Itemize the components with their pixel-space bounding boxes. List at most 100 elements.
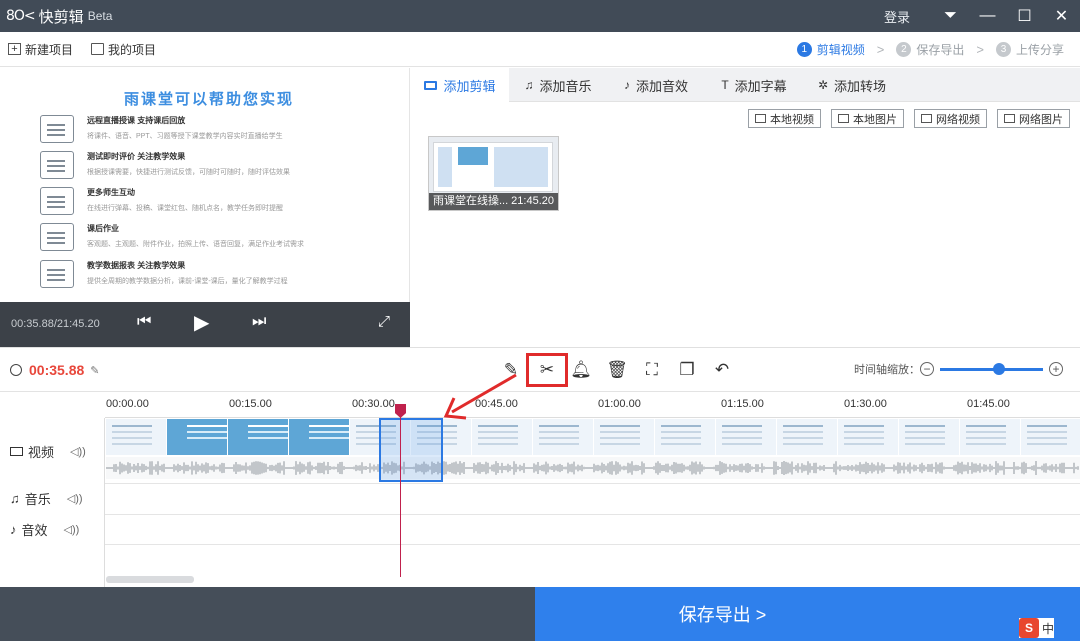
quiz-icon (40, 151, 74, 179)
skip-forward-icon[interactable]: ⏭ (252, 313, 266, 331)
sound-effect-icon: ♪ (623, 78, 630, 92)
skip-back-icon[interactable]: ⏮ (137, 313, 151, 331)
web-image-button[interactable]: 网络图片 (997, 109, 1070, 128)
selected-clip-segment[interactable] (379, 418, 443, 482)
close-icon[interactable]: ✕ (1043, 6, 1080, 26)
zoom-label: 时间轴缩放： (854, 364, 920, 376)
window-controls: 登录 ⏷ — ☐ ✕ (884, 0, 1080, 32)
folder-icon (91, 43, 105, 55)
fullscreen-icon[interactable]: ⤢ (378, 313, 390, 330)
clip-frame (960, 419, 1021, 455)
step-save-export[interactable]: 2 保存导出 (896, 41, 964, 58)
my-projects-button[interactable]: 我的项目 (91, 41, 156, 58)
crop-icon[interactable]: ⛶ (641, 359, 663, 381)
dropdown-menu-icon[interactable]: ⏷ (932, 7, 969, 25)
save-export-button[interactable]: 保存导出 > (535, 587, 1080, 641)
track-name: 视频 (28, 445, 55, 460)
bell-icon[interactable]: 🔔︎ (570, 359, 592, 381)
volume-icon[interactable]: ◁)) (64, 523, 80, 536)
app-name: 快剪辑 (38, 8, 84, 26)
tab-add-music[interactable]: ♫ 添加音乐 (509, 68, 607, 102)
delete-icon[interactable]: 🗑︎ (606, 359, 628, 381)
minimize-icon[interactable]: — (969, 7, 1006, 25)
tick-label: 01:00.00 (598, 398, 641, 410)
play-icon[interactable]: ▶ (194, 310, 209, 335)
feature-item: 远程直播授课 支持课后回放 将课件、语音、PPT、习题等授下课堂教学内容实时直播给… (40, 115, 283, 143)
undo-icon[interactable]: ↶ (711, 359, 733, 381)
preview-title: 雨课堂可以帮助您实现 (124, 91, 295, 108)
tab-add-sound-effect[interactable]: ♪ 添加音效 (607, 68, 705, 102)
track-labels: 视频 ◁)) ♫ 音乐 ◁)) ♪ 音效 ◁)) (0, 418, 105, 588)
tab-add-subtitle[interactable]: T 添加字幕 (705, 68, 803, 102)
ime-mode: 中 (1042, 621, 1055, 636)
tab-add-transition[interactable]: ✲ 添加转场 (803, 68, 901, 102)
chevron-right-icon: > (976, 42, 984, 57)
button-label: 网络图片 (1019, 113, 1063, 126)
music-track[interactable] (105, 484, 1080, 515)
app-logo: 8O< 快剪辑 Beta (6, 6, 112, 27)
clip-frame (289, 419, 350, 455)
clip-frame (594, 419, 655, 455)
clip-frame (533, 419, 594, 455)
thumb-block (458, 147, 488, 165)
volume-icon[interactable]: ◁)) (70, 445, 86, 458)
copy-icon[interactable]: ❐ (676, 359, 698, 381)
input-method-indicator[interactable]: S 中 (1019, 618, 1055, 638)
volume-icon[interactable]: ◁)) (67, 492, 83, 505)
feature-heading: 测试即时评价 关注教学效果 (87, 152, 186, 161)
image-file-icon (838, 114, 849, 123)
track-name: 音效 (21, 523, 48, 538)
new-project-button[interactable]: + 新建项目 (8, 41, 73, 58)
clip-frame (838, 419, 899, 455)
tick-label: 00:15.00 (229, 398, 272, 410)
workflow-steps: 1 剪辑视频 > 2 保存导出 > 3 上传分享 (796, 32, 1064, 67)
web-video-button[interactable]: 网络视频 (914, 109, 987, 128)
clip-frame (777, 419, 838, 455)
feature-desc: 客观题、主观题、附件作业，拍照上传、语音回复，满足作业考试需求 (87, 241, 304, 248)
zoom-slider[interactable] (940, 362, 1043, 375)
new-project-label: 新建项目 (25, 42, 74, 57)
music-icon: ♫ (10, 491, 20, 506)
video-clip-frames[interactable] (106, 419, 1080, 455)
login-link[interactable]: 登录 (884, 7, 910, 26)
tab-label: 添加音乐 (539, 78, 592, 94)
video-preview: 雨课堂可以帮助您实现 远程直播授课 支持课后回放 将课件、语音、PPT、习题等授下… (0, 68, 410, 302)
timeline-ruler: 00:00.00 00:15.00 00:30.00 00:45.00 01:0… (105, 392, 1080, 418)
maximize-icon[interactable]: ☐ (1006, 6, 1043, 26)
highlight-box (526, 353, 568, 387)
step-edit-video[interactable]: 1 剪辑视频 (796, 41, 865, 58)
clip-thumbnail[interactable]: 雨课堂在线操... 21:45.20 (428, 136, 559, 211)
live-class-icon (40, 115, 74, 143)
tick-label: 01:30.00 (844, 398, 887, 410)
tick-label: 00:30.00 (352, 398, 395, 410)
video-file-icon (755, 114, 766, 123)
step-number: 3 (995, 42, 1011, 57)
source-buttons: 本地视频 本地图片 网络视频 网络图片 (738, 109, 1070, 128)
zoom-out-icon[interactable]: − (920, 362, 934, 376)
clip-frame (167, 419, 228, 455)
playhead[interactable] (400, 405, 401, 577)
web-video-icon (921, 114, 932, 123)
step-upload-share[interactable]: 3 上传分享 (995, 41, 1064, 58)
player-controls: 00:35.88/21:45.20 ⏮ ▶ ⏭ ⤢ (0, 302, 410, 347)
zoom-in-icon[interactable]: + (1049, 362, 1063, 376)
current-time: 00:35.88 ✎ (10, 362, 100, 378)
clip-frame (899, 419, 960, 455)
tick-label: 00:00.00 (106, 398, 149, 410)
feature-heading: 教学数据报表 关注教学效果 (87, 261, 186, 270)
web-image-icon (1004, 114, 1015, 123)
tab-add-clip[interactable]: 添加剪辑 (411, 68, 509, 102)
edit-time-icon[interactable]: ✎ (90, 364, 99, 377)
button-label: 本地图片 (853, 113, 897, 126)
track-label-video: 视频 ◁)) (10, 442, 86, 461)
homework-icon (40, 223, 74, 251)
sound-effect-track[interactable] (105, 515, 1080, 545)
local-video-button[interactable]: 本地视频 (748, 109, 821, 128)
track-name: 音乐 (24, 492, 51, 507)
feature-item: 课后作业 客观题、主观题、附件作业，拍照上传、语音回复，满足作业考试需求 (40, 223, 304, 251)
sogou-icon: S (1019, 618, 1039, 638)
feature-desc: 根据授课需要，快捷进行测试反馈，可随时可随时，随时评估效果 (87, 169, 290, 176)
horizontal-scrollbar[interactable] (106, 576, 194, 583)
local-image-button[interactable]: 本地图片 (831, 109, 904, 128)
zoom-slider-knob[interactable] (993, 362, 1006, 375)
